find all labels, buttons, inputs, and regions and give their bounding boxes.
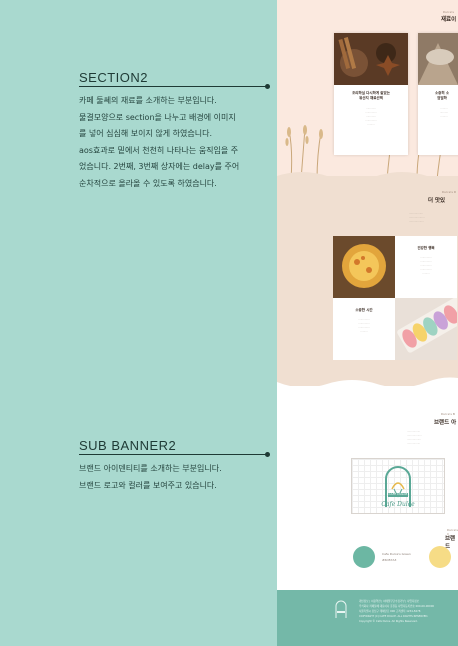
ingredients-section: Dulce's Story 재료이 조리하실 다시하게 갈았는 유산지 재료선택… — [277, 0, 458, 180]
card-title: 소중한 시간 — [355, 308, 373, 312]
info-card: 건강한 행복 ·············· ·············· ·····… — [395, 236, 457, 298]
description-line: 순차적으로 올라올 수 있도록 하였습니다. — [79, 178, 217, 188]
section-label: Dulce's B — [441, 412, 455, 416]
description-line: 브랜드 로고와 컬러를 보여주고 있습니다. — [79, 480, 217, 490]
brand-yellow-swatch — [429, 546, 451, 568]
ingredient-card: 조리하실 다시하게 갈았는 유산지 재료선택 ············ ······… — [334, 33, 408, 155]
description-line: 카페 둘쎄의 재료를 소개하는 부분입니다. — [79, 96, 217, 105]
section2-description: 카페 둘쎄의 재료를 소개하는 부분입니다. 물결모양으로 section을 나… — [79, 93, 264, 192]
section2-pointer-dot — [265, 84, 270, 89]
footer-logo-icon — [335, 600, 347, 618]
section-heading: 더 맛있 — [428, 198, 446, 204]
flour-photo — [418, 33, 458, 85]
card-title: 건강한 행복 — [417, 246, 435, 250]
footer-line: Copyright © Cafe Dulce. All Rights Reser… — [359, 620, 418, 623]
card-text: ········································… — [365, 107, 377, 126]
ingredient-card: 소중히 소 엄밀하 ········· ·········· ········· — [418, 33, 458, 155]
page-preview: Dulce's Story 재료이 조리하실 다시하게 갈았는 유산지 재료선택… — [277, 0, 458, 646]
dessert-section: Dulce's D 더 맛있 ················· ········… — [277, 176, 458, 386]
section-heading: 브랜드 아 — [434, 420, 457, 426]
site-footer: 개인정보 | 이용약관 | 이메일무단수집거부 | 사업자정보 주식회사 카페둘… — [277, 590, 458, 646]
section-text: ········································… — [407, 430, 422, 445]
info-card: 소중한 시간 ·············· ·············· ·····… — [333, 298, 395, 360]
footer-text: 개인정보 | 이용약관 | 이메일무단수집거부 | 사업자정보 주식회사 카페둘… — [359, 599, 434, 624]
spice-photo — [334, 33, 408, 85]
section-label: Dulce's D — [442, 190, 457, 194]
wave-divider — [277, 377, 458, 396]
card-title: 조리하실 다시하게 갈았는 유산지 재료선택 — [352, 91, 390, 100]
section2-divider — [79, 86, 267, 87]
subbanner2-description: 브랜드 아이덴티티를 소개하는 부분입니다. 브랜드 로고와 컬러를 보여주고 … — [79, 461, 264, 494]
description-line: 브랜드 아이덴티티를 소개하는 부분입니다. — [79, 464, 222, 473]
description-line: 었습니다. 2번째, 3번째 상자에는 delay를 주어 — [79, 162, 240, 171]
section-heading: 재료이 — [441, 17, 457, 23]
card-text: ········· ·········· ········· — [439, 107, 449, 118]
swatch-label: Cafe Dulce's Green #6CB7A3 — [382, 551, 411, 563]
brand-logo-box: CAFE DULCE Cafe Dulce — [351, 458, 445, 514]
tart-photo — [333, 236, 395, 298]
macaron-photo — [395, 298, 457, 360]
logo-wordmark: Cafe Dulce — [381, 501, 415, 508]
subbanner2-divider — [79, 454, 267, 455]
brand-green-swatch — [353, 546, 375, 568]
description-line: aos효과로 밑에서 천천히 나타나는 움직임을 주 — [79, 145, 239, 155]
section2-title: SECTION2 — [79, 70, 149, 85]
card-text: ········································… — [420, 256, 432, 275]
description-line: 를 넣어 심심해 보이지 않게 하였습니다. — [79, 129, 213, 138]
description-panel: SECTION2 카페 둘쎄의 재료를 소개하는 부분입니다. 물결모양으로 s… — [0, 0, 277, 646]
subbanner2-title: SUB BANNER2 — [79, 438, 177, 453]
subbanner2-pointer-dot — [265, 452, 270, 457]
description-line: 물결모양으로 section을 나누고 배경에 이미지 — [79, 112, 236, 122]
logo-small-text: CAFE DULCE — [388, 492, 408, 496]
swatch-hex: #6CB7A3 — [382, 558, 397, 562]
card-title: 소중히 소 엄밀하 — [434, 91, 450, 100]
card-text: ········································… — [358, 318, 370, 333]
section-text: ········································… — [409, 212, 425, 223]
